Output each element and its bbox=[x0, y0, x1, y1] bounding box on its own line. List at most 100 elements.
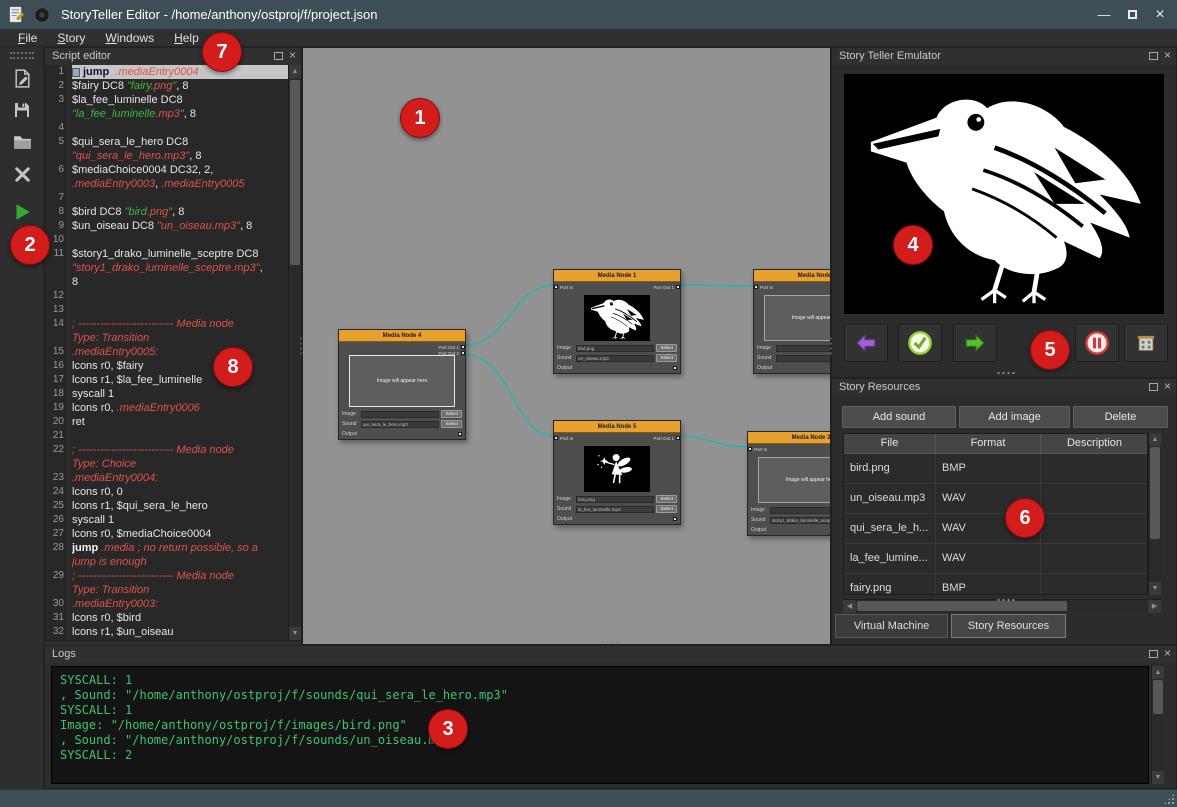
port-in[interactable] bbox=[554, 436, 558, 440]
float-panel-icon[interactable] bbox=[1149, 650, 1158, 658]
table-row[interactable]: un_oiseau.mp3WAV bbox=[844, 484, 1147, 514]
menu-story[interactable]: Story bbox=[47, 30, 95, 46]
select-image-button[interactable]: Select bbox=[441, 410, 462, 418]
menu-windows[interactable]: Windows bbox=[95, 30, 164, 46]
select-image-button[interactable]: Select bbox=[656, 495, 677, 503]
table-row[interactable]: fairy.pngBMP bbox=[844, 574, 1147, 595]
table-row[interactable]: bird.pngBMP bbox=[844, 454, 1147, 484]
code-line: .mediaEntry0003, .mediaEntry0005 bbox=[72, 177, 301, 191]
media-node-1[interactable]: Media Node 1 Port In Port Out 1 Imagebir… bbox=[553, 269, 681, 374]
scroll-down-icon[interactable]: ▼ bbox=[1149, 582, 1161, 595]
node-title[interactable]: Media Node 1 bbox=[554, 270, 680, 282]
port-in[interactable] bbox=[754, 285, 758, 289]
close-panel-icon[interactable]: × bbox=[289, 51, 296, 60]
line-number: 4 bbox=[45, 121, 64, 135]
close-project-button[interactable] bbox=[4, 159, 40, 189]
scroll-down-icon[interactable]: ▼ bbox=[1152, 771, 1164, 784]
maximize-button[interactable] bbox=[1119, 4, 1145, 26]
scroll-up-icon[interactable]: ▲ bbox=[289, 65, 301, 78]
node-title[interactable]: Media Node 3 bbox=[748, 432, 831, 444]
add-sound-button[interactable]: Add sound bbox=[842, 406, 956, 428]
splitter-handle[interactable] bbox=[299, 336, 303, 356]
minimize-button[interactable]: — bbox=[1091, 4, 1117, 26]
pause-button[interactable] bbox=[1075, 324, 1119, 362]
media-node-4[interactable]: Media Node 4 Port Out 1 Port Out 2 Image… bbox=[338, 329, 466, 440]
menu-bar: File Story Windows Help bbox=[0, 30, 1177, 47]
column-format[interactable]: Format bbox=[936, 434, 1041, 453]
select-sound-button[interactable]: Select bbox=[656, 505, 677, 513]
toolbar-grip[interactable] bbox=[10, 52, 34, 59]
output-port[interactable] bbox=[458, 432, 462, 436]
table-row[interactable]: qui_sera_le_h...WAV bbox=[844, 514, 1147, 544]
float-panel-icon[interactable] bbox=[274, 52, 283, 60]
close-button[interactable]: × bbox=[1147, 4, 1173, 26]
splitter-handle[interactable] bbox=[996, 598, 1016, 602]
logs-header: Logs × bbox=[45, 646, 1176, 663]
scrollbar-thumb[interactable] bbox=[1150, 447, 1160, 539]
menu-help[interactable]: Help bbox=[164, 30, 209, 46]
scroll-left-icon[interactable]: ◀ bbox=[843, 600, 856, 613]
resources-vertical-scrollbar[interactable]: ▲ ▼ bbox=[1148, 433, 1161, 595]
line-number: 14 bbox=[45, 317, 64, 331]
line-number: 3 bbox=[45, 93, 64, 107]
media-node-2[interactable]: Media Node 2 Port In Image will appear h… bbox=[753, 269, 831, 374]
port-out[interactable] bbox=[461, 345, 465, 349]
next-button[interactable] bbox=[953, 324, 997, 362]
tab-virtual-machine[interactable]: Virtual Machine bbox=[835, 614, 948, 638]
tab-story-resources[interactable]: Story Resources bbox=[951, 614, 1066, 638]
delete-button[interactable]: Delete bbox=[1073, 406, 1168, 428]
column-file[interactable]: File bbox=[844, 434, 936, 453]
code-line: Type: Transition bbox=[72, 331, 301, 345]
table-row[interactable]: la_fee_lumine...WAV bbox=[844, 544, 1147, 574]
home-button[interactable] bbox=[1124, 324, 1168, 362]
new-script-button[interactable] bbox=[4, 63, 40, 93]
port-in[interactable] bbox=[748, 447, 752, 451]
save-button[interactable] bbox=[4, 95, 40, 125]
splitter-handle[interactable] bbox=[600, 640, 620, 644]
media-node-3[interactable]: Media Node 3 Port In Image will appear h… bbox=[747, 431, 831, 536]
scrollbar-thumb[interactable] bbox=[290, 80, 300, 265]
run-story-button[interactable] bbox=[4, 197, 40, 227]
logs-vertical-scrollbar[interactable]: ▲ ▼ bbox=[1151, 666, 1164, 784]
column-description[interactable]: Description bbox=[1041, 434, 1148, 453]
validate-button[interactable] bbox=[898, 324, 942, 362]
output-port[interactable] bbox=[673, 366, 677, 370]
port-out[interactable] bbox=[676, 436, 680, 440]
select-sound-button[interactable]: Select bbox=[656, 354, 677, 362]
script-code[interactable]: jump .mediaEntry0004$fairy DC8 "fairy.pn… bbox=[69, 65, 301, 640]
code-line bbox=[72, 303, 301, 317]
scroll-up-icon[interactable]: ▲ bbox=[1152, 666, 1164, 679]
port-in[interactable] bbox=[554, 285, 558, 289]
media-node-5[interactable]: Media Node 5 Port In Port Out 1 Imagefai… bbox=[553, 420, 681, 525]
node-title[interactable]: Media Node 5 bbox=[554, 421, 680, 433]
close-panel-icon[interactable]: × bbox=[1164, 649, 1171, 658]
scrollbar-thumb[interactable] bbox=[1153, 680, 1163, 714]
add-image-button[interactable]: Add image bbox=[959, 406, 1070, 428]
float-panel-icon[interactable] bbox=[1149, 383, 1158, 391]
float-panel-icon[interactable] bbox=[1149, 52, 1158, 60]
close-panel-icon[interactable]: × bbox=[1164, 51, 1171, 60]
port-out[interactable] bbox=[461, 351, 465, 355]
menu-file[interactable]: File bbox=[8, 30, 47, 46]
splitter-handle[interactable] bbox=[829, 336, 833, 356]
resize-grip[interactable] bbox=[1163, 793, 1175, 805]
select-image-button[interactable]: Select bbox=[656, 344, 677, 352]
back-button[interactable] bbox=[844, 324, 888, 362]
output-port[interactable] bbox=[673, 517, 677, 521]
scrollbar-thumb[interactable] bbox=[857, 601, 1067, 611]
port-out[interactable] bbox=[676, 285, 680, 289]
node-title[interactable]: Media Node 2 bbox=[754, 270, 831, 282]
building-icon bbox=[1134, 331, 1158, 355]
select-sound-button[interactable]: Select bbox=[441, 420, 462, 428]
open-project-button[interactable] bbox=[4, 127, 40, 157]
splitter-handle[interactable] bbox=[996, 371, 1016, 375]
node-graph-canvas[interactable]: Media Node 4 Port Out 1 Port Out 2 Image… bbox=[302, 47, 831, 645]
table-cell: fairy.png bbox=[844, 574, 936, 595]
scroll-down-icon[interactable]: ▼ bbox=[289, 627, 301, 640]
scroll-up-icon[interactable]: ▲ bbox=[1149, 433, 1161, 446]
script-code-area[interactable]: 1234567891011121314151617181920212223242… bbox=[45, 65, 301, 640]
node-title[interactable]: Media Node 4 bbox=[339, 330, 465, 342]
scroll-right-icon[interactable]: ▶ bbox=[1148, 600, 1161, 613]
close-panel-icon[interactable]: × bbox=[1164, 382, 1171, 391]
code-line: jump is enough bbox=[72, 555, 301, 569]
